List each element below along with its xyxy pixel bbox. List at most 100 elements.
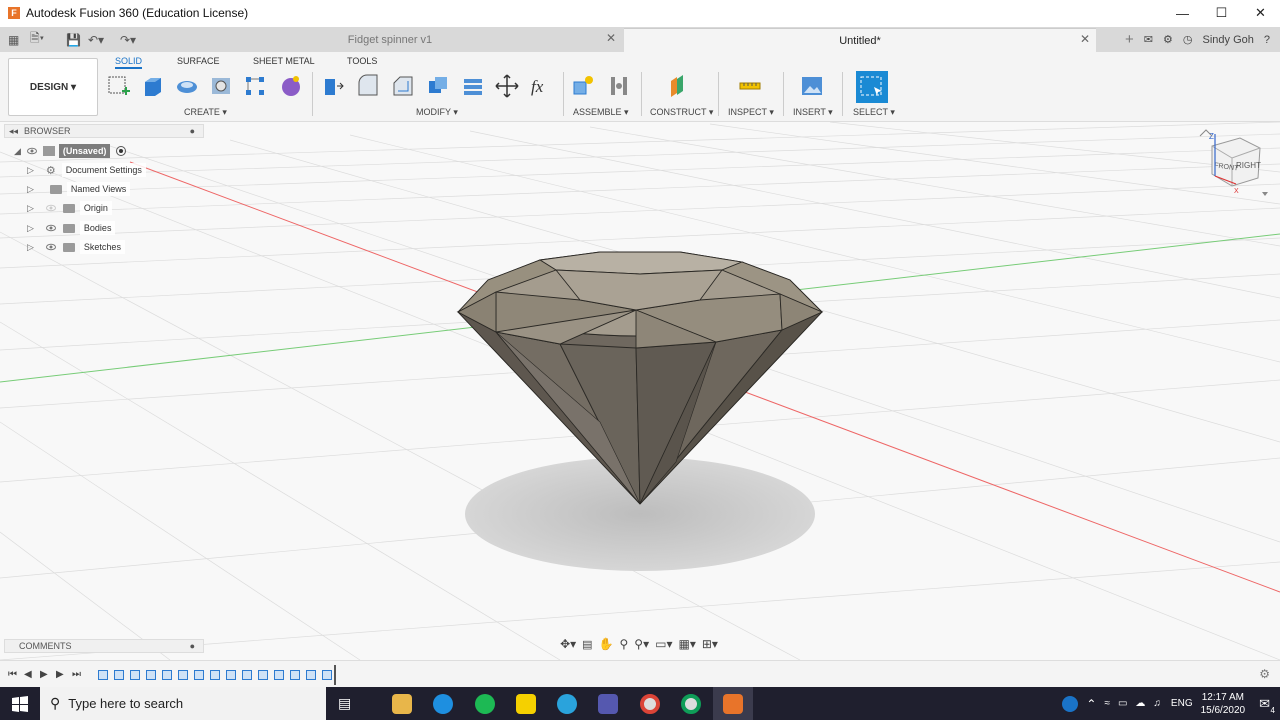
onedrive-icon[interactable]: ☁ bbox=[1135, 698, 1145, 709]
zoom-window-icon[interactable]: ⚲▾ bbox=[634, 637, 649, 651]
tab-tools[interactable]: TOOLS bbox=[347, 56, 377, 66]
step-back-icon[interactable]: ◀ bbox=[24, 669, 32, 680]
parameters-icon[interactable]: fx bbox=[529, 73, 555, 99]
collapse-panel-icon[interactable]: ◂◂ bbox=[9, 126, 18, 137]
select-menu[interactable]: SELECT ▾ bbox=[853, 107, 895, 118]
insert-menu[interactable]: INSERT ▾ bbox=[793, 107, 833, 118]
create-sketch-icon[interactable] bbox=[106, 73, 132, 99]
go-to-start-icon[interactable]: ⏮ bbox=[8, 669, 17, 680]
press-pull-icon[interactable] bbox=[320, 73, 346, 99]
tab-fidget-spinner[interactable]: Fidget spinner v1 ✕ bbox=[158, 28, 622, 52]
step-forward-icon[interactable]: ▶ bbox=[56, 669, 64, 680]
timeline-feature[interactable] bbox=[226, 670, 236, 680]
task-view-icon[interactable]: ▤ bbox=[338, 695, 351, 712]
browser-item-document-settings[interactable]: ▷ ⚙ Document Settings bbox=[27, 162, 146, 178]
show-hidden-icons-icon[interactable]: ⌃ bbox=[1086, 697, 1096, 711]
minimize-button[interactable]: — bbox=[1163, 0, 1202, 26]
modify-menu[interactable]: MODIFY ▾ bbox=[416, 107, 458, 118]
chrome-profile-icon[interactable] bbox=[681, 694, 701, 714]
play-icon[interactable]: ▶ bbox=[40, 669, 48, 680]
collapse-triangle-icon[interactable]: ◢ bbox=[14, 146, 21, 157]
browser-item-named-views[interactable]: ▷ Named Views bbox=[27, 181, 131, 197]
visibility-eye-icon[interactable] bbox=[45, 242, 56, 252]
timeline-feature[interactable] bbox=[242, 670, 252, 680]
start-button[interactable] bbox=[0, 687, 40, 720]
measure-icon[interactable] bbox=[737, 73, 763, 99]
tab-surface[interactable]: SURFACE bbox=[177, 56, 220, 66]
joint-icon[interactable] bbox=[606, 73, 632, 99]
skype-icon[interactable] bbox=[433, 694, 453, 714]
assemble-menu[interactable]: ASSEMBLE ▾ bbox=[573, 107, 629, 118]
file-menu-icon[interactable]: 🗎▾ bbox=[30, 27, 44, 52]
timeline-feature[interactable] bbox=[98, 670, 108, 680]
taskbar-search[interactable]: ⚲ Type here to search bbox=[40, 687, 326, 720]
timeline-feature[interactable] bbox=[306, 670, 316, 680]
panel-pin-icon[interactable]: ● bbox=[190, 641, 195, 651]
browser-item-origin[interactable]: ▷ Origin bbox=[27, 200, 112, 216]
spotify-icon[interactable] bbox=[475, 694, 495, 714]
expand-triangle-icon[interactable]: ▷ bbox=[27, 223, 34, 234]
browser-panel-header[interactable]: ◂◂ BROWSER ● bbox=[4, 124, 204, 138]
zoom-icon[interactable]: ⚲ bbox=[620, 637, 629, 651]
notifications-icon[interactable]: ✉ 4 bbox=[1259, 696, 1275, 715]
new-component-icon[interactable] bbox=[570, 73, 596, 99]
telegram-icon[interactable] bbox=[557, 694, 577, 714]
orbit-icon[interactable]: ✥▾ bbox=[560, 637, 576, 651]
hole-icon[interactable] bbox=[208, 73, 234, 99]
extrude-icon[interactable] bbox=[140, 73, 166, 99]
tab-solid[interactable]: SOLID bbox=[115, 56, 143, 69]
pattern-icon[interactable] bbox=[242, 73, 268, 99]
network-icon[interactable]: ≈ bbox=[1104, 698, 1110, 709]
clock[interactable]: 12:17 AM 15/6/2020 bbox=[1201, 691, 1246, 717]
browser-root-node[interactable]: ◢ (Unsaved) bbox=[14, 143, 127, 159]
volume-icon[interactable]: ♫ bbox=[1153, 698, 1161, 709]
chrome-icon[interactable] bbox=[640, 694, 660, 714]
help-tray-icon[interactable] bbox=[1062, 695, 1079, 712]
expand-triangle-icon[interactable]: ▷ bbox=[27, 165, 34, 176]
workspace-switcher[interactable]: DESIGN ▾ bbox=[8, 58, 98, 116]
timeline-feature[interactable] bbox=[210, 670, 220, 680]
move-icon[interactable] bbox=[494, 73, 520, 99]
3d-viewport[interactable]: FRONT RIGHT Z X bbox=[0, 122, 1280, 660]
visibility-eye-icon[interactable] bbox=[45, 203, 56, 213]
insert-image-icon[interactable] bbox=[799, 73, 825, 99]
look-at-icon[interactable]: ▤ bbox=[582, 638, 592, 651]
timeline-feature[interactable] bbox=[162, 670, 172, 680]
undo-icon[interactable]: ↶▾ bbox=[88, 27, 104, 52]
save-icon[interactable]: 💾 bbox=[66, 27, 81, 52]
timeline-feature[interactable] bbox=[258, 670, 268, 680]
clock-icon[interactable]: ◷ bbox=[1183, 33, 1193, 46]
visibility-eye-icon[interactable] bbox=[45, 223, 56, 233]
expand-triangle-icon[interactable]: ▷ bbox=[27, 203, 34, 214]
create-form-icon[interactable] bbox=[278, 73, 304, 99]
display-settings-icon[interactable]: ▭▾ bbox=[655, 637, 672, 651]
select-button[interactable] bbox=[856, 71, 888, 103]
shell-icon[interactable] bbox=[425, 73, 451, 99]
battery-icon[interactable]: ▭ bbox=[1118, 698, 1127, 709]
construct-menu[interactable]: CONSTRUCT ▾ bbox=[650, 107, 713, 118]
pan-icon[interactable]: ✋ bbox=[599, 637, 614, 651]
timeline-feature[interactable] bbox=[178, 670, 188, 680]
redo-icon[interactable]: ↷▾ bbox=[120, 27, 136, 52]
timeline-marker[interactable] bbox=[334, 665, 336, 685]
sticky-notes-icon[interactable] bbox=[516, 694, 536, 714]
combine-icon[interactable] bbox=[460, 73, 486, 99]
expand-triangle-icon[interactable]: ▷ bbox=[27, 242, 34, 253]
revolve-icon[interactable] bbox=[174, 73, 200, 99]
file-explorer-icon[interactable] bbox=[392, 694, 412, 714]
timeline-feature[interactable] bbox=[114, 670, 124, 680]
browser-item-bodies[interactable]: ▷ Bodies bbox=[27, 220, 116, 236]
user-name[interactable]: Sindy Goh bbox=[1203, 34, 1254, 46]
timeline-feature[interactable] bbox=[274, 670, 284, 680]
fillet-icon[interactable] bbox=[355, 73, 381, 99]
comments-panel-header[interactable]: COMMENTS ● bbox=[4, 639, 204, 653]
maximize-button[interactable]: ☐ bbox=[1202, 0, 1241, 26]
timeline-feature[interactable] bbox=[290, 670, 300, 680]
tab-untitled[interactable]: Untitled* ✕ bbox=[624, 28, 1096, 52]
go-to-end-icon[interactable]: ⏭ bbox=[72, 669, 81, 680]
chamfer-icon[interactable] bbox=[390, 73, 416, 99]
create-menu[interactable]: CREATE ▾ bbox=[184, 107, 227, 118]
visibility-eye-icon[interactable] bbox=[26, 146, 37, 156]
timeline-feature[interactable] bbox=[322, 670, 332, 680]
activate-radio-icon[interactable] bbox=[116, 146, 127, 156]
